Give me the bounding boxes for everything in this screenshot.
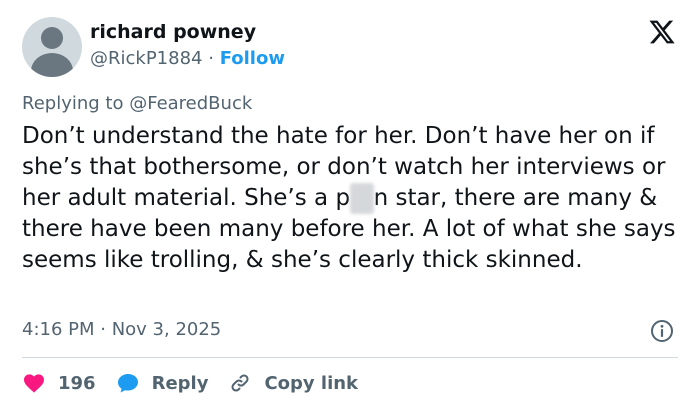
avatar[interactable] xyxy=(22,17,82,77)
action-bar: 196 Reply Copy link xyxy=(22,369,378,397)
handle-separator: · xyxy=(208,48,214,69)
tweet-text: Don’t understand the hate for her. Don’t… xyxy=(22,121,682,276)
replying-prefix: Replying to xyxy=(22,93,130,114)
follow-button[interactable]: Follow xyxy=(220,48,285,69)
author-handle[interactable]: @RickP1884 xyxy=(90,48,203,69)
replying-to: Replying to @FearedBuck xyxy=(22,93,252,114)
reply-button[interactable]: Reply xyxy=(116,371,209,395)
info-icon[interactable] xyxy=(650,319,674,343)
heart-icon xyxy=(24,374,44,393)
like-button[interactable]: 196 xyxy=(22,371,96,395)
link-icon xyxy=(231,374,249,392)
avatar-head-shape xyxy=(41,27,63,49)
tweet-card: richard powney @RickP1884 · Follow Reply… xyxy=(0,0,700,410)
censored-text: or xyxy=(350,183,374,214)
x-logo-icon[interactable] xyxy=(648,18,676,46)
reply-label: Reply xyxy=(151,372,209,394)
copy-link-label: Copy link xyxy=(264,372,359,394)
speech-bubble-icon xyxy=(117,374,138,393)
replying-handle-link[interactable]: @FearedBuck xyxy=(129,93,252,114)
divider xyxy=(22,357,678,358)
author-display-name[interactable]: richard powney xyxy=(90,21,256,43)
like-count: 196 xyxy=(58,372,96,394)
author-handle-row: @RickP1884 · Follow xyxy=(90,48,285,69)
avatar-body-shape xyxy=(31,53,73,77)
tweet-timestamp[interactable]: 4:16 PM · Nov 3, 2025 xyxy=(22,319,221,340)
copy-link-button[interactable]: Copy link xyxy=(228,371,358,395)
